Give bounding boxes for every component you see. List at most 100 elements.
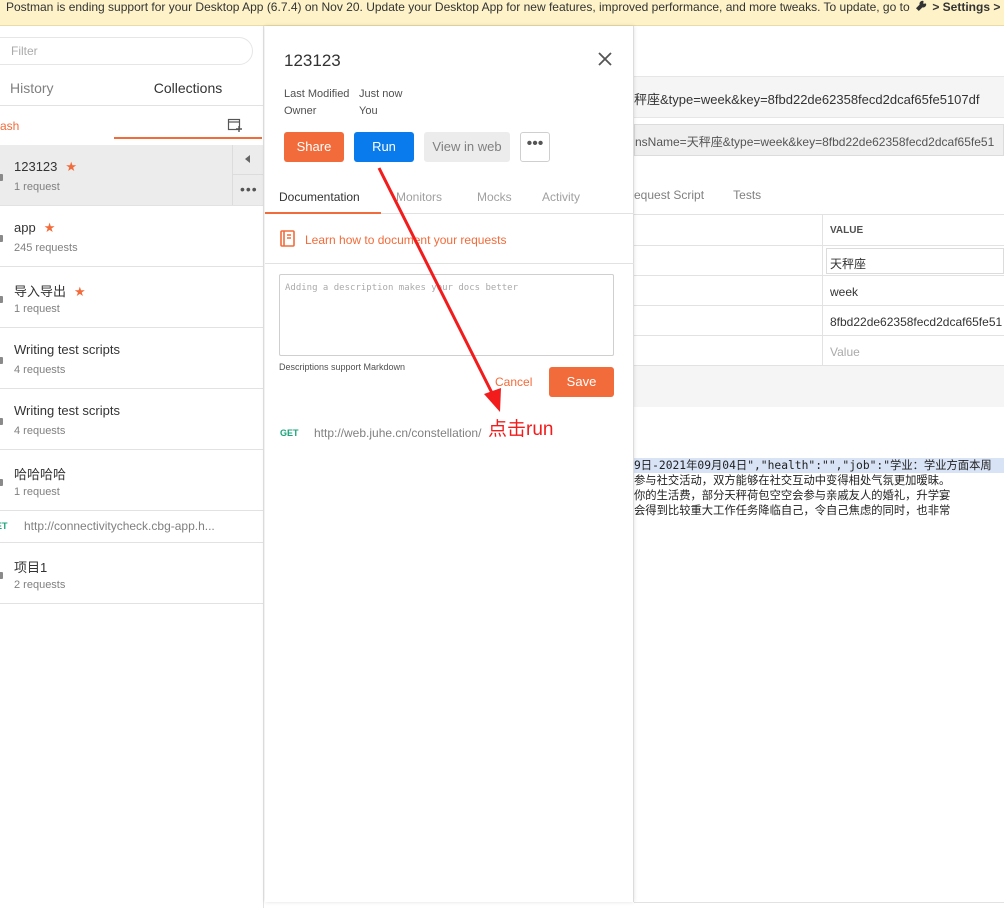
- request-tabs: equest Script Tests: [634, 188, 1004, 212]
- tab-documentation[interactable]: Documentation: [265, 190, 381, 214]
- request-url: http://connectivitycheck.cbg-app.h...: [24, 519, 215, 533]
- owner-label: Owner: [284, 105, 317, 117]
- close-icon[interactable]: [596, 50, 614, 68]
- collection-item[interactable]: 项目1 2 requests: [0, 543, 263, 604]
- document-icon: [280, 230, 295, 247]
- collection-count: 4 requests: [14, 425, 66, 437]
- collection-item[interactable]: Writing test scripts 4 requests: [0, 328, 263, 389]
- collection-count: 1 request: [14, 486, 60, 498]
- save-button[interactable]: Save: [549, 367, 614, 397]
- tab-pre-request-script[interactable]: equest Script: [634, 188, 704, 202]
- collection-name: Writing test scripts: [14, 403, 120, 418]
- run-button[interactable]: Run: [354, 132, 414, 162]
- divider: [634, 902, 1004, 903]
- table-divider: [634, 275, 1004, 276]
- description-textarea[interactable]: Adding a description makes your docs bet…: [279, 274, 614, 356]
- panel-title: 123123: [284, 51, 341, 70]
- owner-value: You: [359, 105, 378, 117]
- request-url: http://web.juhe.cn/constellation/: [314, 426, 482, 440]
- caret-left-icon: [245, 155, 250, 163]
- more-icon: •••: [240, 181, 258, 197]
- request-item[interactable]: ET http://connectivitycheck.cbg-app.h...: [0, 511, 263, 543]
- star-icon[interactable]: ★: [74, 284, 86, 299]
- banner-settings-path[interactable]: > Settings >: [932, 0, 1000, 14]
- filter-input[interactable]: Filter: [0, 37, 253, 65]
- collection-name: 项目1: [14, 560, 48, 575]
- panel-tabs: Documentation Monitors Mocks Activity: [265, 184, 634, 214]
- collection-item[interactable]: app ★ 245 requests: [0, 206, 263, 267]
- folder-icon: [0, 174, 3, 181]
- collection-count: 1 request: [14, 181, 60, 193]
- table-divider: [634, 245, 1004, 246]
- url-input[interactable]: nsName=天秤座&type=week&key=8fbd22de62358fe…: [634, 124, 1004, 156]
- collection-count: 1 request: [14, 303, 60, 315]
- table-divider: [634, 305, 1004, 306]
- collection-count: 4 requests: [14, 364, 66, 376]
- response-body: 9日-2021年09月04日","health":"","job":"学业：学业…: [634, 458, 1004, 518]
- tab-tests[interactable]: Tests: [733, 188, 761, 202]
- collection-item[interactable]: 123123 ★ 1 request •••: [0, 145, 263, 206]
- collection-count: 2 requests: [14, 579, 66, 591]
- sidebar-tabs: History Collections: [0, 72, 263, 139]
- wrench-icon: [915, 0, 927, 12]
- folder-icon: [0, 479, 3, 486]
- params-table: VALUE 天秤座 week 8fbd22de62358fecd2dcaf65f…: [634, 214, 1004, 407]
- share-button[interactable]: Share: [284, 132, 344, 162]
- last-modified-label: Last Modified: [284, 88, 350, 100]
- collection-list: 123123 ★ 1 request ••• app ★ 245 requests …: [0, 145, 263, 604]
- tab-activity[interactable]: Activity: [542, 190, 580, 214]
- collapse-toggle[interactable]: [232, 145, 263, 175]
- new-collection-icon[interactable]: [227, 117, 243, 133]
- collection-details-panel: 123123 Last Modified Just now Owner You …: [265, 26, 634, 902]
- markdown-hint: Descriptions support Markdown: [279, 362, 406, 372]
- request-item[interactable]: GET http://web.juhe.cn/constellation/: [265, 424, 634, 444]
- request-title: 秤座&type=week&key=8fbd22de62358fecd2dcaf6…: [634, 76, 1004, 118]
- update-banner: Postman is ending support for your Deskt…: [0, 0, 1004, 26]
- tab-monitors[interactable]: Monitors: [396, 190, 442, 214]
- request-method: ET: [0, 521, 8, 531]
- learn-docs-banner: Learn how to document your requests: [265, 214, 634, 264]
- cancel-button[interactable]: Cancel: [495, 375, 532, 389]
- more-options-button[interactable]: •••: [520, 132, 550, 162]
- tab-mocks[interactable]: Mocks: [477, 190, 512, 214]
- request-builder: 秤座&type=week&key=8fbd22de62358fecd2dcaf6…: [634, 26, 1004, 908]
- collection-item[interactable]: Writing test scripts 4 requests: [0, 389, 263, 450]
- collection-item[interactable]: 哈哈哈哈 1 request: [0, 450, 263, 511]
- view-in-web-button[interactable]: View in web: [424, 132, 510, 162]
- param-value[interactable]: 8fbd22de62358fecd2dcaf65fe51: [830, 315, 1002, 329]
- learn-docs-link[interactable]: Learn how to document your requests: [305, 233, 506, 247]
- value-column-header: VALUE: [830, 225, 864, 236]
- collection-name: Writing test scripts: [14, 342, 120, 357]
- param-value[interactable]: week: [830, 285, 858, 299]
- response-line: 会得到比较重大工作任务降临自己，令自己焦虑的同时，也非常: [634, 504, 951, 517]
- folder-icon: [0, 296, 3, 303]
- collection-name: 哈哈哈哈: [14, 467, 67, 482]
- banner-text: Postman is ending support for your Deskt…: [6, 0, 910, 14]
- sidebar: Filter History Collections ash 123123 ★ 1…: [0, 26, 264, 908]
- folder-icon: [0, 572, 3, 579]
- folder-icon: [0, 357, 3, 364]
- collection-more-button[interactable]: •••: [232, 175, 263, 205]
- table-divider: [634, 335, 1004, 336]
- folder-icon: [0, 418, 3, 425]
- collections-toolbar: ash: [0, 112, 263, 144]
- collection-count: 245 requests: [14, 242, 78, 254]
- response-line: 9日-2021年09月04日","health":"","job":"学业：学业…: [634, 458, 1004, 473]
- response-line: 参与社交活动，双方能够在社交互动中变得相处气氛更加暧昧。: [634, 474, 951, 487]
- last-modified-value: Just now: [359, 88, 403, 100]
- param-value-placeholder[interactable]: Value: [830, 345, 860, 359]
- folder-icon: [0, 235, 3, 242]
- response-line: 你的生活费，部分天秤荷包空空会参与亲戚友人的婚礼，升学宴: [634, 489, 951, 502]
- trash-link[interactable]: ash: [0, 119, 19, 133]
- params-footer: [634, 365, 1004, 407]
- more-icon: •••: [526, 135, 544, 152]
- collection-name: app: [14, 220, 36, 235]
- star-icon[interactable]: ★: [65, 159, 77, 174]
- collection-name: 导入导出: [14, 284, 67, 299]
- param-value: 天秤座: [830, 257, 867, 271]
- collection-item[interactable]: 导入导出 ★ 1 request: [0, 267, 263, 328]
- collection-name: 123123: [14, 159, 58, 174]
- star-icon[interactable]: ★: [44, 220, 56, 235]
- request-method: GET: [280, 428, 299, 438]
- tab-history[interactable]: History: [10, 78, 110, 106]
